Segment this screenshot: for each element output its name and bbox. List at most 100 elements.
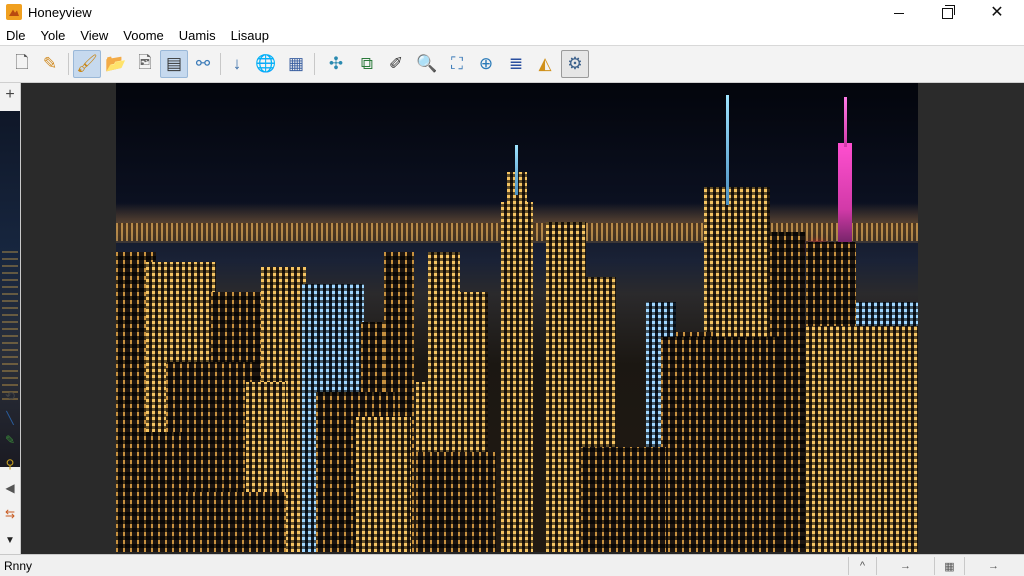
menu-bar: Dle Yole View Voome Uamis Lisaup — [0, 26, 1024, 46]
edit-button[interactable]: ✎ — [36, 50, 64, 78]
caret-up-icon: ^ — [859, 560, 866, 572]
honeyview-app-icon[interactable] — [6, 4, 22, 20]
glass-tower-spire — [726, 95, 729, 205]
swap-tool[interactable]: ⇆ — [2, 505, 18, 523]
crosshair-tool[interactable]: + — [2, 86, 18, 104]
close-icon: ✕ — [990, 4, 1004, 21]
minimize-button[interactable] — [876, 0, 922, 26]
magnifier-icon: 🔍 — [416, 54, 438, 73]
status-segment-grid[interactable]: ▦ — [934, 557, 964, 575]
brush-icon: ╲ — [6, 411, 14, 425]
menu-item-help[interactable]: Lisaup — [229, 28, 271, 43]
arrow-right-small-icon: → — [988, 560, 999, 572]
crop-icon: ⧉ — [360, 54, 374, 73]
menu-item-tools[interactable]: Uamis — [177, 28, 218, 43]
status-text: Rnny — [4, 559, 33, 573]
eyedropper-icon: ✎ — [4, 433, 16, 447]
filter-tool[interactable]: ⚲ — [2, 455, 18, 473]
title-bar: Honeyview ✕ — [0, 0, 1024, 26]
image-settings-icon: 🖻 — [138, 52, 152, 72]
foreground-building — [581, 447, 666, 552]
pink-tower-spire — [844, 97, 847, 147]
grid-small-icon: ▦ — [944, 560, 955, 573]
more-tools-button[interactable]: ▼ — [2, 531, 18, 549]
pink-tower — [838, 143, 852, 253]
rotate-icon: ⟲ — [4, 389, 16, 403]
foreground-tower — [661, 337, 779, 552]
flip-icon: ◀ — [5, 481, 15, 495]
zoom-in-icon: ⊕ — [478, 54, 494, 73]
brush-tool[interactable]: ╲ — [2, 409, 18, 427]
rotate-tool[interactable]: ⟲ — [2, 387, 18, 405]
new-file-icon: 🗋 — [15, 52, 29, 72]
tower-spire — [515, 145, 518, 195]
flip-tool[interactable]: ◀ — [2, 479, 18, 497]
crop-button[interactable]: ⧉ — [353, 50, 381, 78]
edit-pencil-icon: ✎ — [42, 54, 58, 73]
crosshair-icon: + — [5, 86, 15, 103]
canvas-margin-left — [21, 83, 116, 554]
draw-line-button[interactable]: ✐ — [382, 50, 410, 78]
fit-screen-icon: ⛶ — [451, 54, 463, 73]
download-button[interactable]: ↓ — [223, 50, 251, 78]
settings-button[interactable]: ⚙ — [561, 50, 589, 78]
status-bar: Rnny ^ → ▦ → — [0, 554, 1024, 576]
slideshow-button[interactable]: ▤ — [160, 50, 188, 78]
image-settings-button[interactable]: 🖻 — [131, 50, 159, 78]
menu-item-view[interactable]: View — [78, 28, 110, 43]
restore-icon — [941, 4, 955, 19]
draw-line-icon: ✐ — [388, 54, 404, 73]
filter-icon: ⚲ — [5, 457, 15, 471]
main-toolbar: 🗋 ✎ 🖌 📂 🖻 ▤ ⚯ ↓ 🌐 ▦ ✣ ⧉ ✐ 🔍 ⛶ ⊕ ≣ ◭ ⚙ — [0, 46, 1024, 83]
gear-icon: ⚙ — [567, 54, 583, 73]
status-segment-up[interactable]: ^ — [848, 557, 876, 575]
toolbar-separator — [220, 53, 221, 75]
open-folder-button[interactable]: 📂 — [102, 50, 130, 78]
city-skyline-photo[interactable] — [116, 83, 918, 552]
paint-format-button[interactable]: 🖌 — [73, 50, 101, 78]
minimize-icon — [894, 12, 904, 14]
grid-view-icon: ▦ — [287, 54, 305, 73]
menu-item-zoom[interactable]: Voome — [121, 28, 165, 43]
status-segment-forward[interactable]: → — [964, 557, 1022, 575]
list-settings-icon: ≣ — [508, 54, 524, 73]
foreground-building — [356, 417, 411, 552]
foreground-tower-right — [806, 326, 918, 552]
grid-view-button[interactable]: ▦ — [282, 50, 310, 78]
download-arrow-icon: ↓ — [232, 54, 242, 73]
magnifier-button[interactable]: 🔍 — [413, 50, 441, 78]
foreground-building — [116, 432, 186, 552]
puzzle-icon: ✣ — [328, 54, 344, 73]
web-search-button[interactable]: 🌐 — [252, 50, 280, 78]
plugin-button[interactable]: ✣ — [322, 50, 350, 78]
triangle-down-icon: ▼ — [5, 534, 15, 546]
window-title: Honeyview — [28, 5, 92, 20]
menu-item-file[interactable]: Dle — [4, 28, 28, 43]
close-button[interactable]: ✕ — [974, 0, 1020, 26]
central-tower-top — [507, 172, 527, 552]
foreground-building — [416, 452, 496, 552]
color-adjust-icon: ◭ — [538, 54, 552, 73]
maximize-button[interactable] — [924, 0, 970, 26]
folder-icon: 📂 — [105, 54, 127, 73]
color-adjust-button[interactable]: ◭ — [531, 50, 559, 78]
share-button[interactable]: ⚯ — [189, 50, 217, 78]
fit-screen-button[interactable]: ⛶ — [443, 50, 471, 78]
zoom-in-button[interactable]: ⊕ — [472, 50, 500, 78]
status-segment-next[interactable]: → — [876, 557, 934, 575]
toolbar-separator — [68, 53, 69, 75]
foreground-building — [186, 492, 286, 552]
paint-format-icon: 🖌 — [76, 54, 98, 73]
eyedropper-tool[interactable]: ✎ — [2, 431, 18, 449]
share-icon: ⚯ — [195, 54, 211, 73]
swap-arrows-icon: ⇆ — [4, 507, 16, 521]
globe-search-icon: 🌐 — [255, 54, 277, 73]
side-toolbar: + ⟲ ╲ ✎ ⚲ ◀ ⇆ ▼ — [0, 83, 21, 554]
canvas-margin-right — [918, 83, 1024, 554]
honeyview-window: Honeyview ✕ Dle Yole View Voome Uamis Li… — [0, 0, 1024, 576]
menu-item-edit[interactable]: Yole — [39, 28, 68, 43]
arrow-right-icon: → — [900, 560, 911, 572]
new-file-button[interactable]: 🗋 — [8, 50, 36, 78]
list-settings-button[interactable]: ≣ — [502, 50, 530, 78]
image-canvas[interactable] — [21, 83, 1024, 554]
